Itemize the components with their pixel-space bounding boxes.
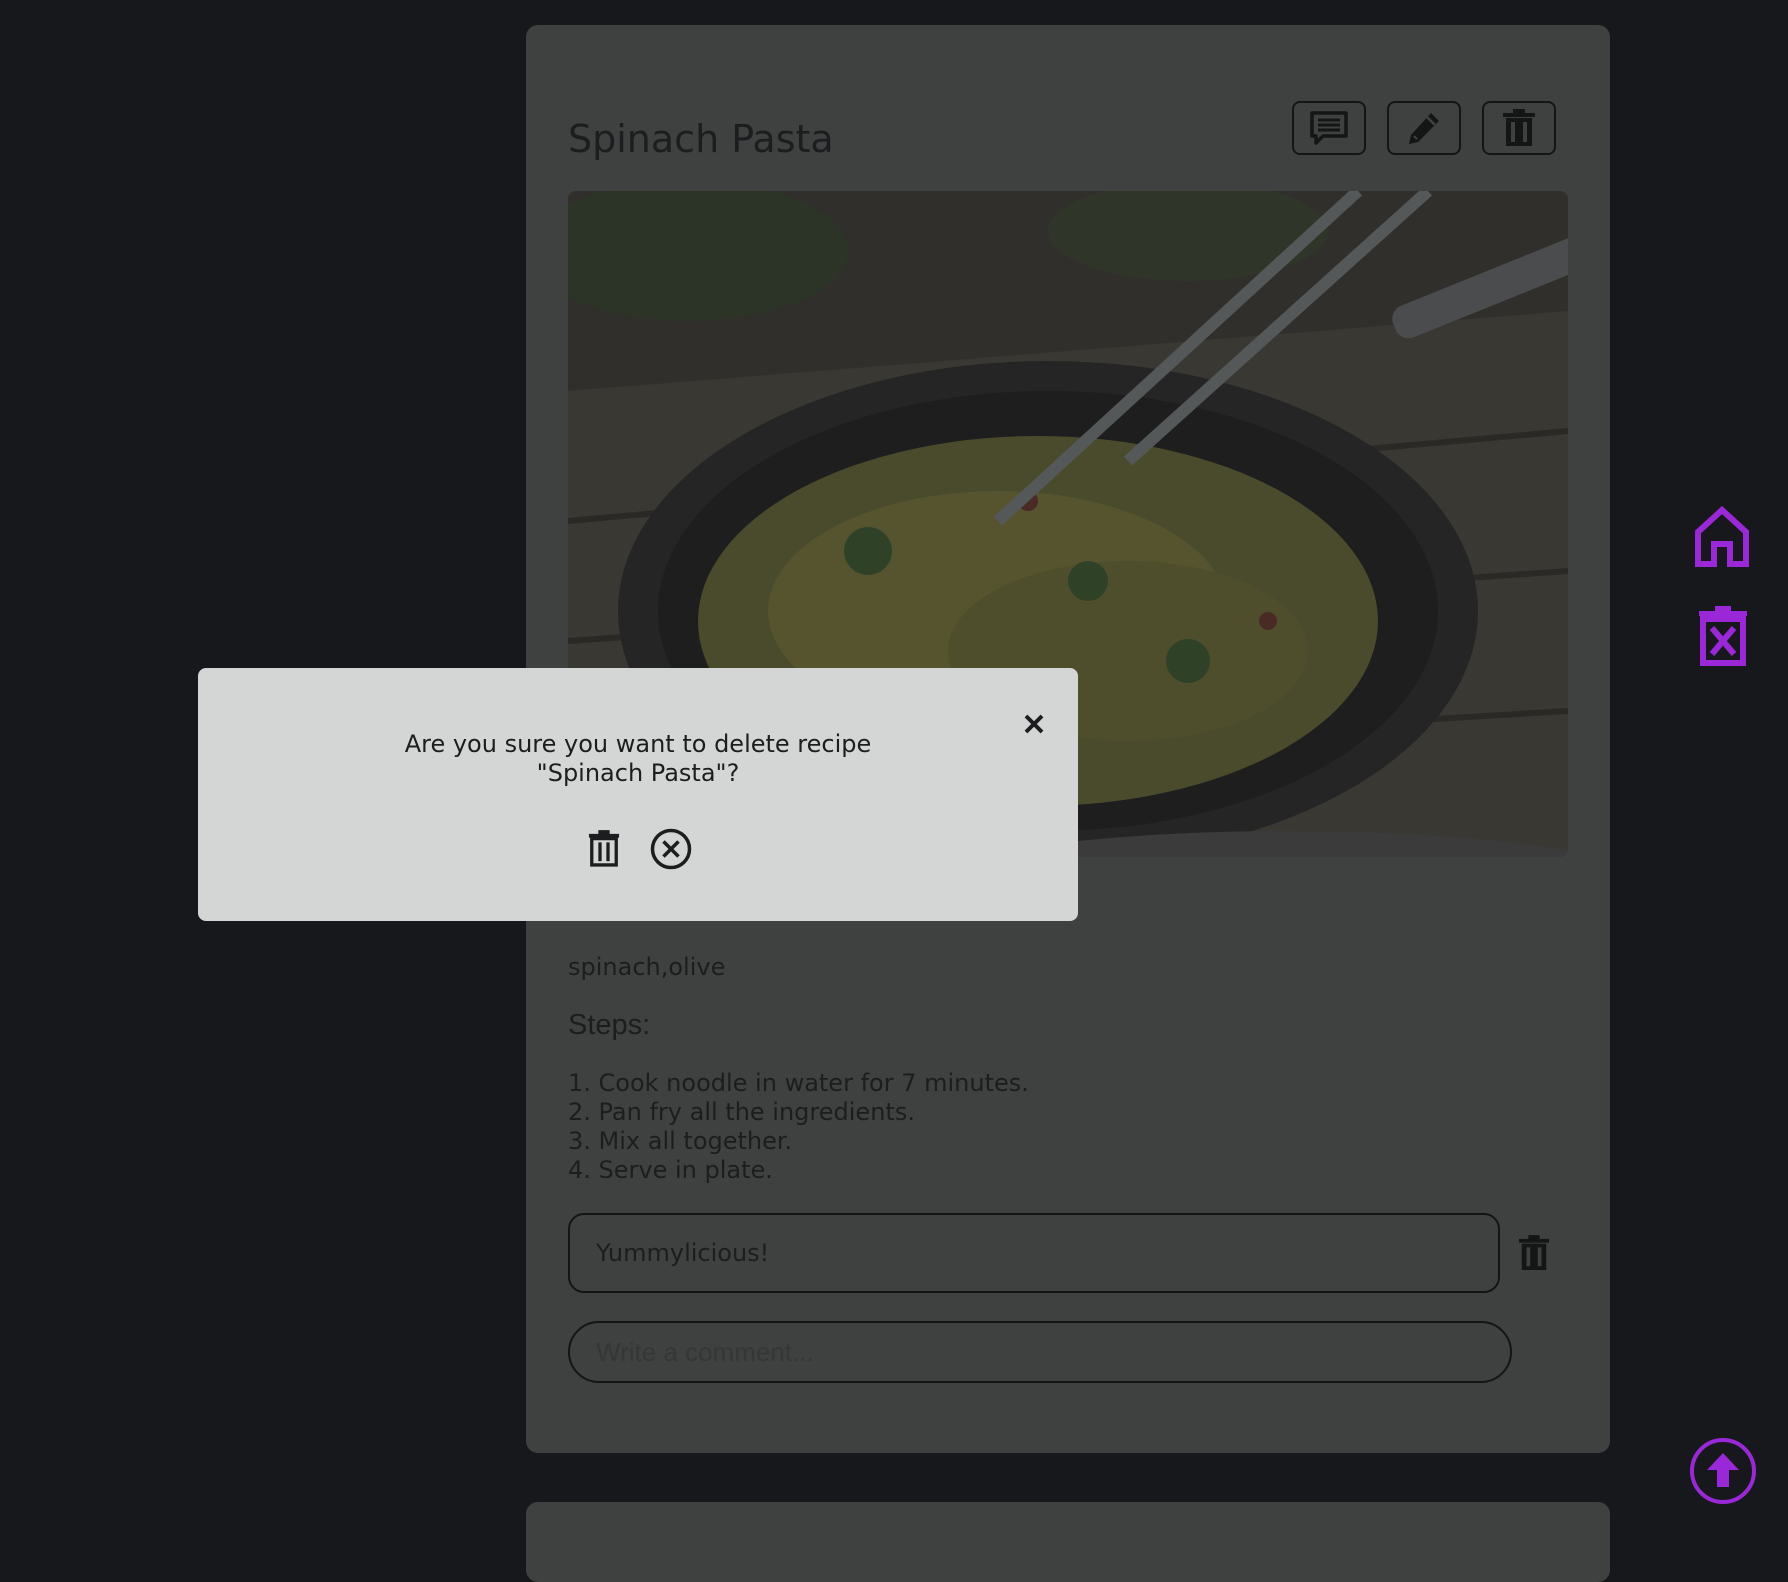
step-item: 2. Pan fry all the ingredients. (568, 1098, 915, 1126)
edit-button[interactable] (1387, 101, 1461, 155)
next-recipe-card (526, 1502, 1610, 1582)
confirm-delete-button[interactable] (584, 826, 624, 870)
delete-comment-button[interactable] (1514, 1233, 1554, 1273)
comment-text: Yummylicious! (596, 1239, 770, 1267)
trash-icon (1503, 109, 1535, 146)
home-button[interactable] (1690, 504, 1754, 570)
dialog-message: Are you sure you want to delete recipe "… (198, 730, 1078, 788)
ingredients-text: spinach,olive (568, 953, 726, 981)
trash-x-icon (1699, 606, 1747, 666)
arrow-up-circle-icon (1690, 1438, 1756, 1504)
dialog-message-line: Are you sure you want to delete recipe (404, 730, 872, 758)
steps-heading: Steps: (568, 1009, 651, 1041)
comment-item: Yummylicious! (568, 1213, 1500, 1293)
dialog-message-line: "Spinach Pasta"? (536, 759, 740, 787)
trash-icon (588, 830, 620, 867)
clear-button[interactable] (1694, 604, 1752, 668)
recipe-title: Spinach Pasta (568, 117, 834, 161)
pencil-icon (1409, 113, 1439, 144)
comment-icon (1310, 111, 1348, 145)
step-item: 1. Cook noodle in water for 7 minutes. (568, 1069, 1029, 1097)
trash-icon (1518, 1235, 1550, 1270)
steps-list: 1. Cook noodle in water for 7 minutes. 2… (568, 1069, 1029, 1185)
comment-button[interactable] (1292, 101, 1366, 155)
scroll-top-button[interactable] (1688, 1436, 1758, 1506)
step-item: 4. Serve in plate. (568, 1156, 773, 1184)
comment-input[interactable] (568, 1321, 1512, 1383)
delete-confirm-dialog (198, 668, 1078, 921)
x-circle-icon (650, 828, 692, 870)
step-item: 3. Mix all together. (568, 1127, 793, 1155)
home-icon (1695, 506, 1749, 567)
delete-button[interactable] (1482, 101, 1556, 155)
cancel-delete-button[interactable] (648, 826, 694, 872)
